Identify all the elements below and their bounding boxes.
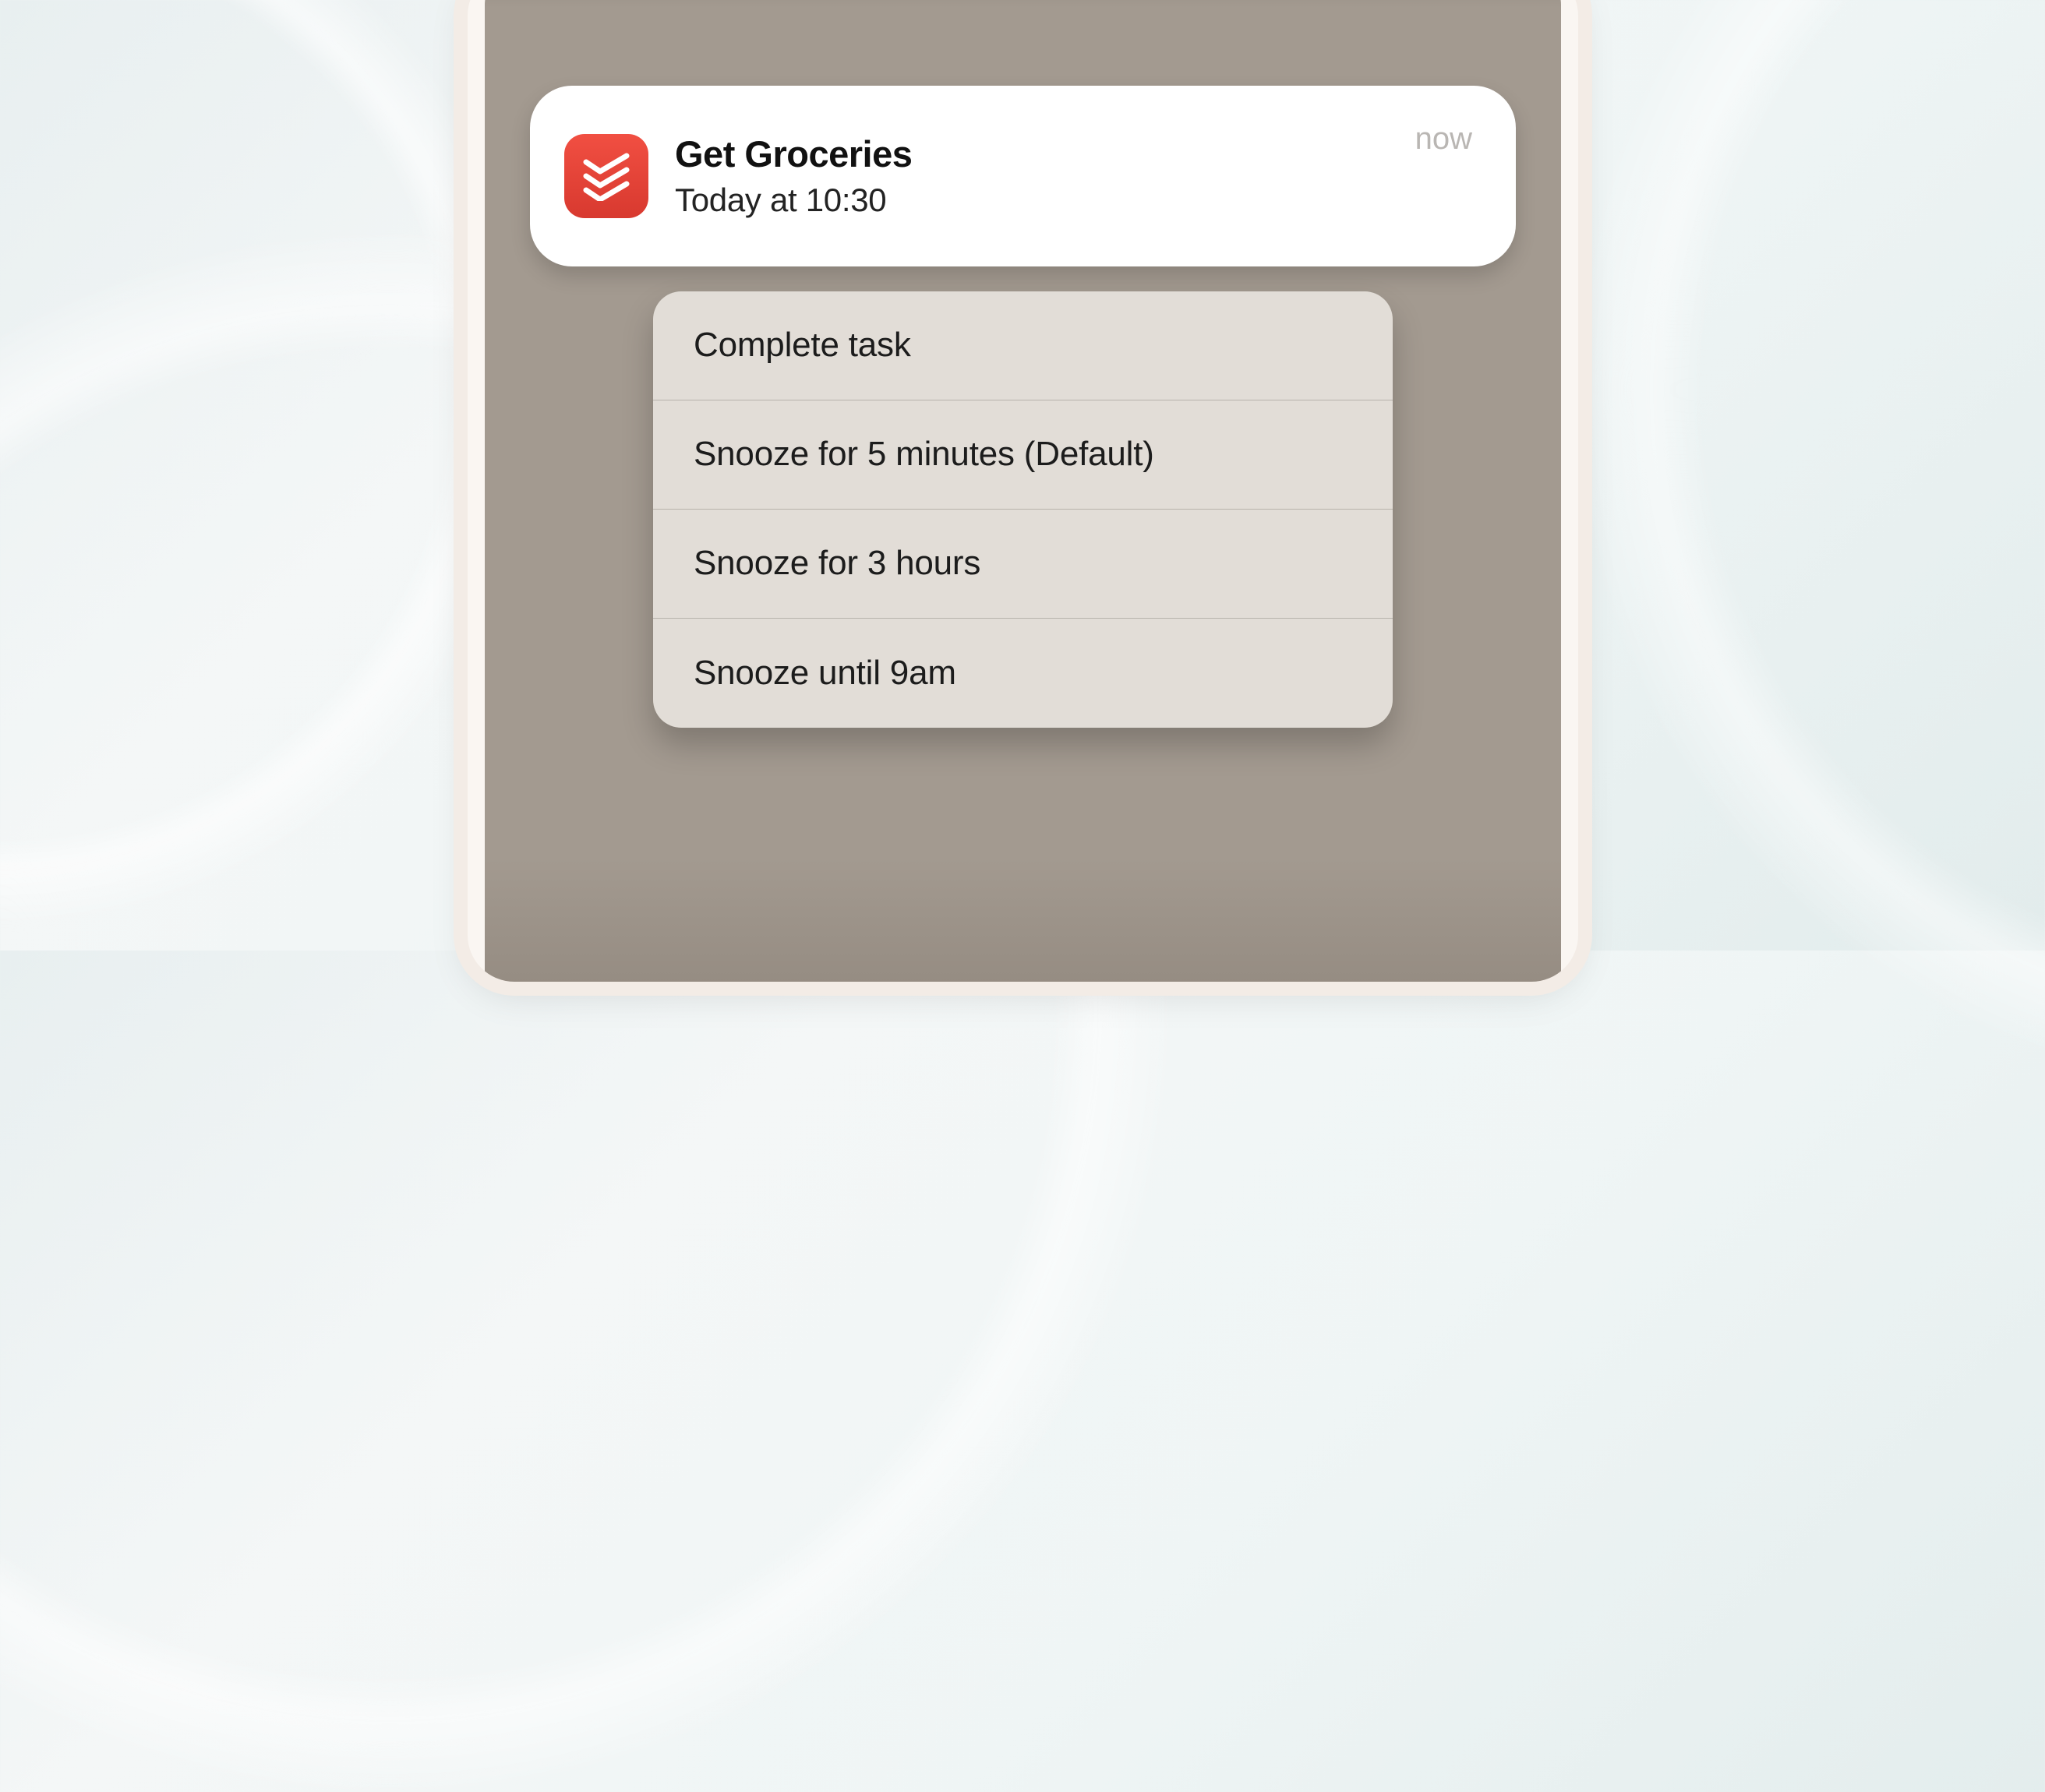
notification-timestamp: now [1415, 122, 1472, 157]
action-snooze-until-9am[interactable]: Snooze until 9am [653, 619, 1393, 728]
todoist-icon [564, 134, 648, 218]
notification-text-block: Get Groceries Today at 10:30 [675, 133, 1415, 219]
action-snooze-3-hours[interactable]: Snooze for 3 hours [653, 510, 1393, 619]
action-label: Snooze until 9am [694, 651, 956, 695]
action-complete-task[interactable]: Complete task [653, 291, 1393, 400]
action-label: Snooze for 3 hours [694, 541, 980, 585]
action-snooze-5-min[interactable]: Snooze for 5 minutes (Default) [653, 400, 1393, 510]
phone-frame: Get Groceries Today at 10:30 now Complet… [468, 0, 1578, 982]
notification-card[interactable]: Get Groceries Today at 10:30 now [530, 86, 1516, 266]
action-label: Complete task [694, 323, 911, 367]
notification-subtitle: Today at 10:30 [675, 182, 1415, 219]
notification-title: Get Groceries [675, 133, 1415, 175]
notification-action-menu: Complete task Snooze for 5 minutes (Defa… [653, 291, 1393, 728]
phone-screen: Get Groceries Today at 10:30 now Complet… [485, 0, 1561, 982]
action-label: Snooze for 5 minutes (Default) [694, 432, 1154, 476]
